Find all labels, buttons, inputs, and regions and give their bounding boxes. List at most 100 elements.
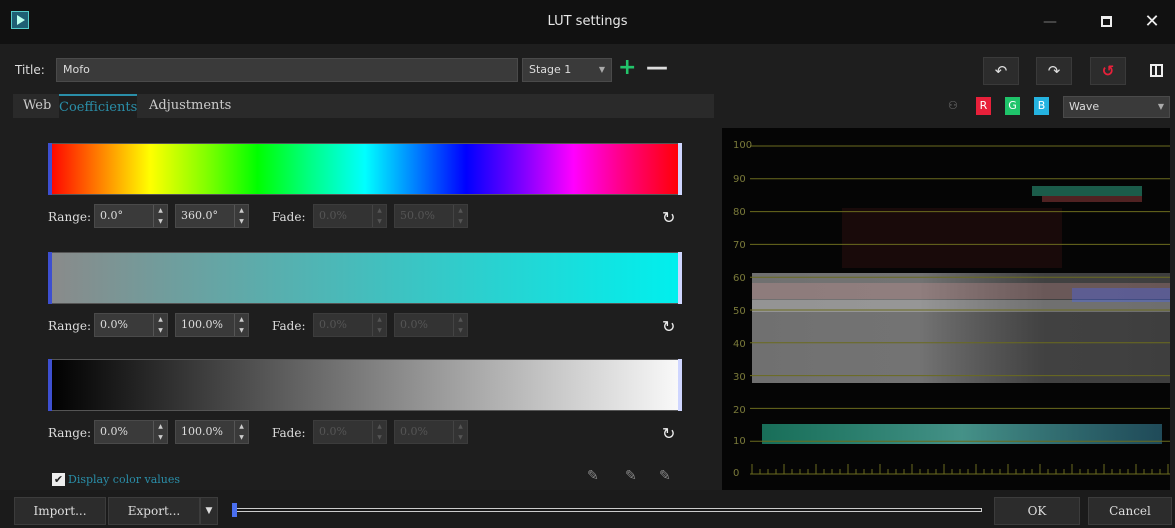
range-min-spinbox[interactable]: 0.0° ▲ ▼: [94, 204, 168, 228]
fade-label: Fade:: [272, 210, 306, 224]
spin-arrows-icon[interactable]: ▲ ▼: [234, 314, 248, 336]
spin-value: 0.0%: [319, 425, 347, 438]
timeline-slider[interactable]: [236, 508, 982, 512]
saturation-gradient-bar[interactable]: [48, 252, 682, 304]
redo-icon: ↷: [1047, 62, 1061, 80]
scope-tick-label: 20: [733, 405, 746, 416]
undo-button[interactable]: ↶: [983, 57, 1019, 85]
stage-select[interactable]: Stage 1 ▼: [522, 58, 612, 82]
spin-value: 100.0%: [181, 318, 223, 331]
title-bar: LUT settings — ✕: [0, 0, 1175, 44]
blue-channel-toggle[interactable]: B: [1034, 97, 1049, 115]
scope-mode-select[interactable]: Wave ▼: [1063, 96, 1170, 118]
waveform-band: [1032, 186, 1142, 196]
spin-arrows-icon[interactable]: ▲ ▼: [153, 421, 167, 443]
tab-adjustments[interactable]: Adjustments: [149, 94, 231, 118]
spin-value: 50.0%: [400, 209, 435, 222]
spin-arrows-icon[interactable]: ▲ ▼: [234, 421, 248, 443]
row-reset-icon[interactable]: ↻: [662, 208, 675, 227]
spin-arrows-icon: ▲ ▼: [372, 421, 386, 443]
display-color-values-label: Display color values: [68, 473, 181, 486]
waveform-band: [1072, 288, 1170, 302]
waveform-band: [842, 208, 1062, 268]
ok-button[interactable]: OK: [994, 497, 1080, 525]
eyedropper-remove-icon[interactable]: ✎: [659, 468, 671, 484]
fade-max-spinbox: 0.0% ▲ ▼: [394, 420, 468, 444]
spin-arrows-icon: ▲ ▼: [372, 205, 386, 227]
spin-value: 0.0%: [400, 318, 428, 331]
range-max-spinbox[interactable]: 100.0% ▲ ▼: [175, 313, 249, 337]
layout-icon: [1149, 64, 1163, 77]
minimize-button[interactable]: —: [1034, 8, 1066, 36]
scope-tick-label: 30: [733, 372, 746, 383]
scope-tick-label: 100: [733, 140, 753, 151]
waveform-band: [1042, 196, 1142, 202]
scope-tick-label: 10: [733, 436, 746, 447]
red-channel-toggle[interactable]: R: [976, 97, 991, 115]
fade-min-spinbox: 0.0% ▲ ▼: [313, 313, 387, 337]
layout-button[interactable]: [1142, 57, 1170, 85]
export-dropdown-button[interactable]: ▼: [200, 497, 218, 525]
waveform-scope: 100 90 80 70 60 50 40 30 20 10 0: [722, 128, 1170, 490]
chevron-down-icon: ▼: [598, 65, 605, 74]
fade-label: Fade:: [272, 319, 306, 333]
title-label: Title:: [15, 63, 45, 77]
add-stage-button[interactable]: +: [618, 56, 636, 80]
scope-tick-label: 50: [733, 306, 746, 317]
fade-min-spinbox: 0.0% ▲ ▼: [313, 204, 387, 228]
timeline-handle[interactable]: [232, 503, 237, 517]
spin-value: 0.0%: [319, 209, 347, 222]
scope-tick-label: 70: [733, 240, 746, 251]
spin-value: 0.0%: [100, 425, 128, 438]
import-button[interactable]: Import...: [14, 497, 106, 525]
title-input[interactable]: Mofo: [56, 58, 518, 82]
spin-value: 100.0%: [181, 425, 223, 438]
scope-tick-label: 90: [733, 174, 746, 185]
fade-max-spinbox: 50.0% ▲ ▼: [394, 204, 468, 228]
range-min-spinbox[interactable]: 0.0% ▲ ▼: [94, 313, 168, 337]
tab-coefficients[interactable]: Coefficients: [59, 94, 137, 118]
remove-stage-button[interactable]: —: [646, 56, 668, 80]
spin-arrows-icon[interactable]: ▲ ▼: [234, 205, 248, 227]
export-button[interactable]: Export...: [108, 497, 200, 525]
spin-value: 0.0%: [319, 318, 347, 331]
spin-value: 360.0°: [181, 209, 218, 222]
eyedropper-icon[interactable]: ✎: [587, 468, 599, 484]
scope-tick-label: 60: [733, 273, 746, 284]
range-max-spinbox[interactable]: 100.0% ▲ ▼: [175, 420, 249, 444]
row-reset-icon[interactable]: ↻: [662, 424, 675, 443]
close-button[interactable]: ✕: [1136, 8, 1168, 36]
row-reset-icon[interactable]: ↻: [662, 317, 675, 336]
spin-arrows-icon[interactable]: ▲ ▼: [153, 314, 167, 336]
chevron-down-icon: ▼: [1157, 102, 1164, 111]
stage-select-value: Stage 1: [529, 63, 572, 76]
hue-gradient-bar[interactable]: [48, 143, 682, 195]
spin-arrows-icon: ▲ ▼: [372, 314, 386, 336]
reset-all-button[interactable]: ↺: [1090, 57, 1126, 85]
range-label: Range:: [48, 319, 92, 333]
range-min-spinbox[interactable]: 0.0% ▲ ▼: [94, 420, 168, 444]
redo-button[interactable]: ↷: [1036, 57, 1072, 85]
waveform-graphic: [750, 145, 1170, 475]
luminance-gradient-bar[interactable]: [48, 359, 682, 411]
eyedropper-add-icon[interactable]: ✎: [625, 468, 637, 484]
channels-overlay-icon[interactable]: ⚇: [948, 99, 958, 112]
cancel-button[interactable]: Cancel: [1088, 497, 1172, 525]
undo-icon: ↶: [994, 62, 1008, 80]
display-color-values-checkbox[interactable]: ✔: [52, 473, 65, 486]
spin-value: 0.0°: [100, 209, 123, 222]
spin-arrows-icon: ▲ ▼: [453, 421, 467, 443]
fade-min-spinbox: 0.0% ▲ ▼: [313, 420, 387, 444]
spin-arrows-icon[interactable]: ▲ ▼: [153, 205, 167, 227]
range-max-spinbox[interactable]: 360.0° ▲ ▼: [175, 204, 249, 228]
scope-tick-label: 80: [733, 207, 746, 218]
scope-mode-value: Wave: [1069, 100, 1100, 113]
green-channel-toggle[interactable]: G: [1005, 97, 1020, 115]
fade-max-spinbox: 0.0% ▲ ▼: [394, 313, 468, 337]
reset-icon: ↺: [1101, 62, 1115, 80]
tab-web[interactable]: Web: [23, 94, 51, 118]
spin-arrows-icon: ▲ ▼: [453, 205, 467, 227]
maximize-button[interactable]: [1090, 8, 1122, 36]
scope-tick-label: 40: [733, 339, 746, 350]
range-label: Range:: [48, 210, 92, 224]
